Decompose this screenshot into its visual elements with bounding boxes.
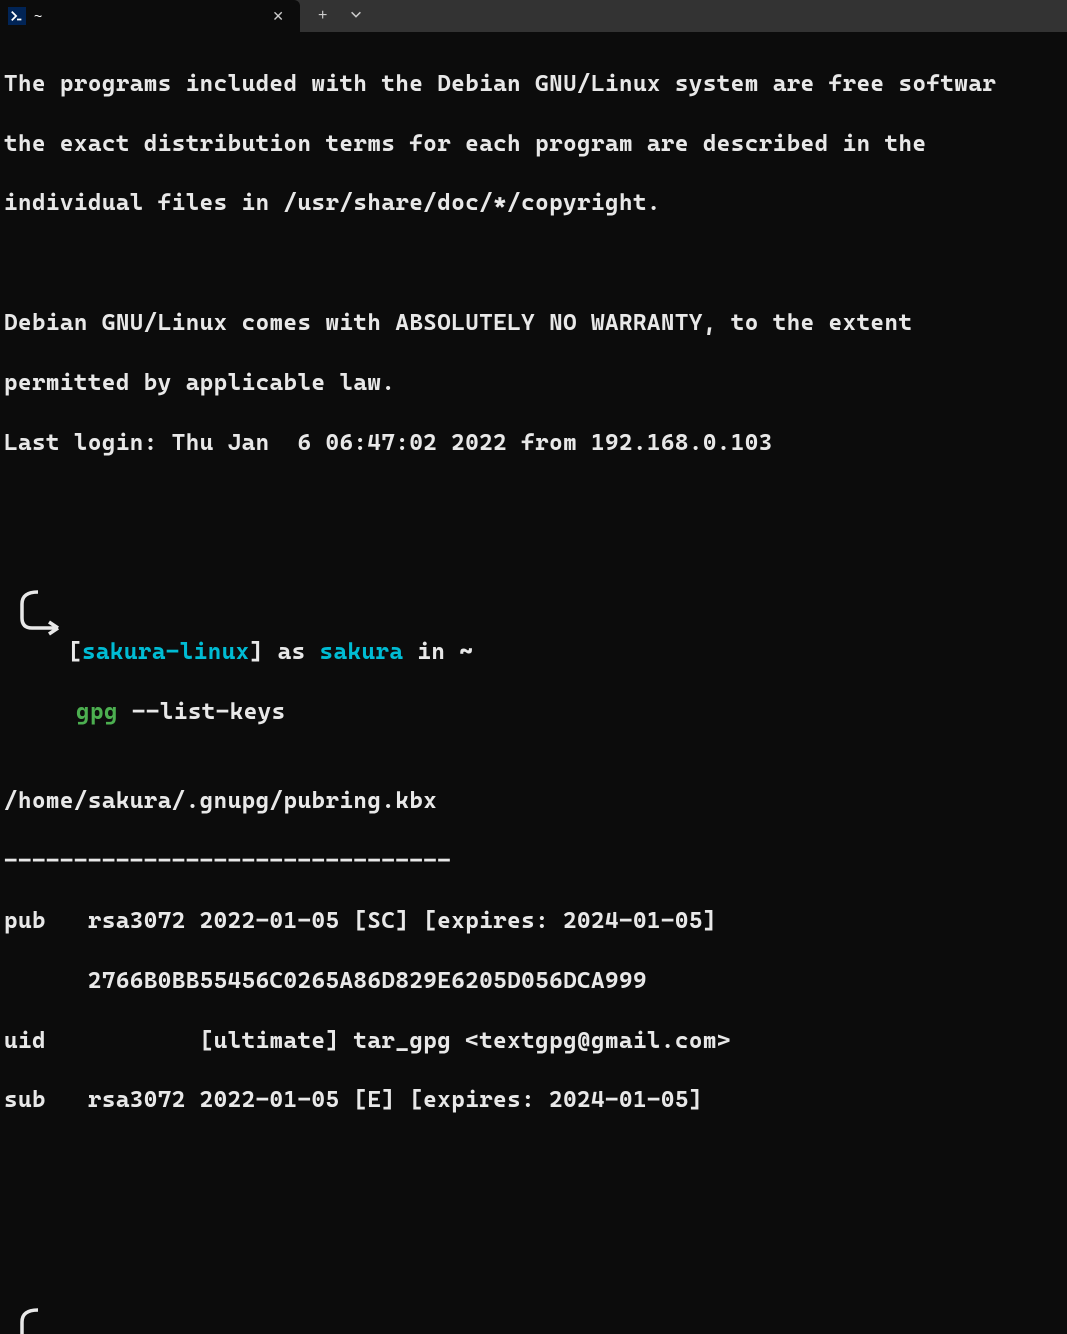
output-separator: -------------------------------- bbox=[4, 847, 1063, 877]
motd-line: the exact distribution terms for each pr… bbox=[4, 130, 1063, 160]
motd-line: Debian GNU/Linux comes with ABSOLUTELY N… bbox=[4, 309, 1063, 339]
prompt-as: as bbox=[264, 639, 320, 665]
blank-line bbox=[4, 1206, 1063, 1236]
dropdown-icon[interactable] bbox=[349, 7, 363, 26]
prompt-host: sakura-linux bbox=[82, 639, 250, 665]
blank-line bbox=[4, 488, 1063, 518]
prompt-in: in bbox=[403, 639, 459, 665]
close-icon[interactable]: ✕ bbox=[266, 6, 290, 27]
blank-line bbox=[4, 1146, 1063, 1176]
prompt-line-2: [sakura-linux] as sakura in ~ bbox=[4, 1296, 1063, 1334]
tab-active[interactable]: ~ ✕ bbox=[0, 0, 300, 32]
prompt-user: sakura bbox=[320, 639, 404, 665]
new-tab-icon[interactable]: + bbox=[318, 7, 327, 25]
bracket: ] bbox=[250, 639, 264, 665]
motd-line: permitted by applicable law. bbox=[4, 369, 1063, 399]
output-fingerprint: 2766B0BB55456C0265A86D829E6205D056DCA999 bbox=[4, 967, 1063, 997]
prompt-cwd: ~ bbox=[459, 639, 473, 665]
command-args: --list-keys bbox=[118, 699, 286, 725]
tab-title: ~ bbox=[34, 8, 42, 24]
output-sub: sub rsa3072 2022-01-05 [E] [expires: 202… bbox=[4, 1086, 1063, 1116]
powershell-icon bbox=[8, 7, 26, 25]
motd-line: The programs included with the Debian GN… bbox=[4, 70, 1063, 100]
command-line: gpg --list-keys bbox=[4, 698, 1063, 728]
output-kbx: /home/sakura/.gnupg/pubring.kbx bbox=[4, 787, 1063, 817]
command: gpg bbox=[76, 699, 118, 725]
last-login: Last login: Thu Jan 6 06:47:02 2022 from… bbox=[4, 429, 1063, 459]
terminal-output[interactable]: The programs included with the Debian GN… bbox=[0, 32, 1067, 1334]
motd-line: individual files in /usr/share/doc/*/cop… bbox=[4, 189, 1063, 219]
output-pub: pub rsa3072 2022-01-05 [SC] [expires: 20… bbox=[4, 907, 1063, 937]
output-uid: uid [ultimate] tar_gpg <textgpg@gmail.co… bbox=[4, 1027, 1063, 1057]
prompt-line-1: [sakura-linux] as sakura in ~ bbox=[4, 578, 1063, 668]
blank-line bbox=[4, 249, 1063, 279]
titlebar: ~ ✕ + bbox=[0, 0, 1067, 32]
